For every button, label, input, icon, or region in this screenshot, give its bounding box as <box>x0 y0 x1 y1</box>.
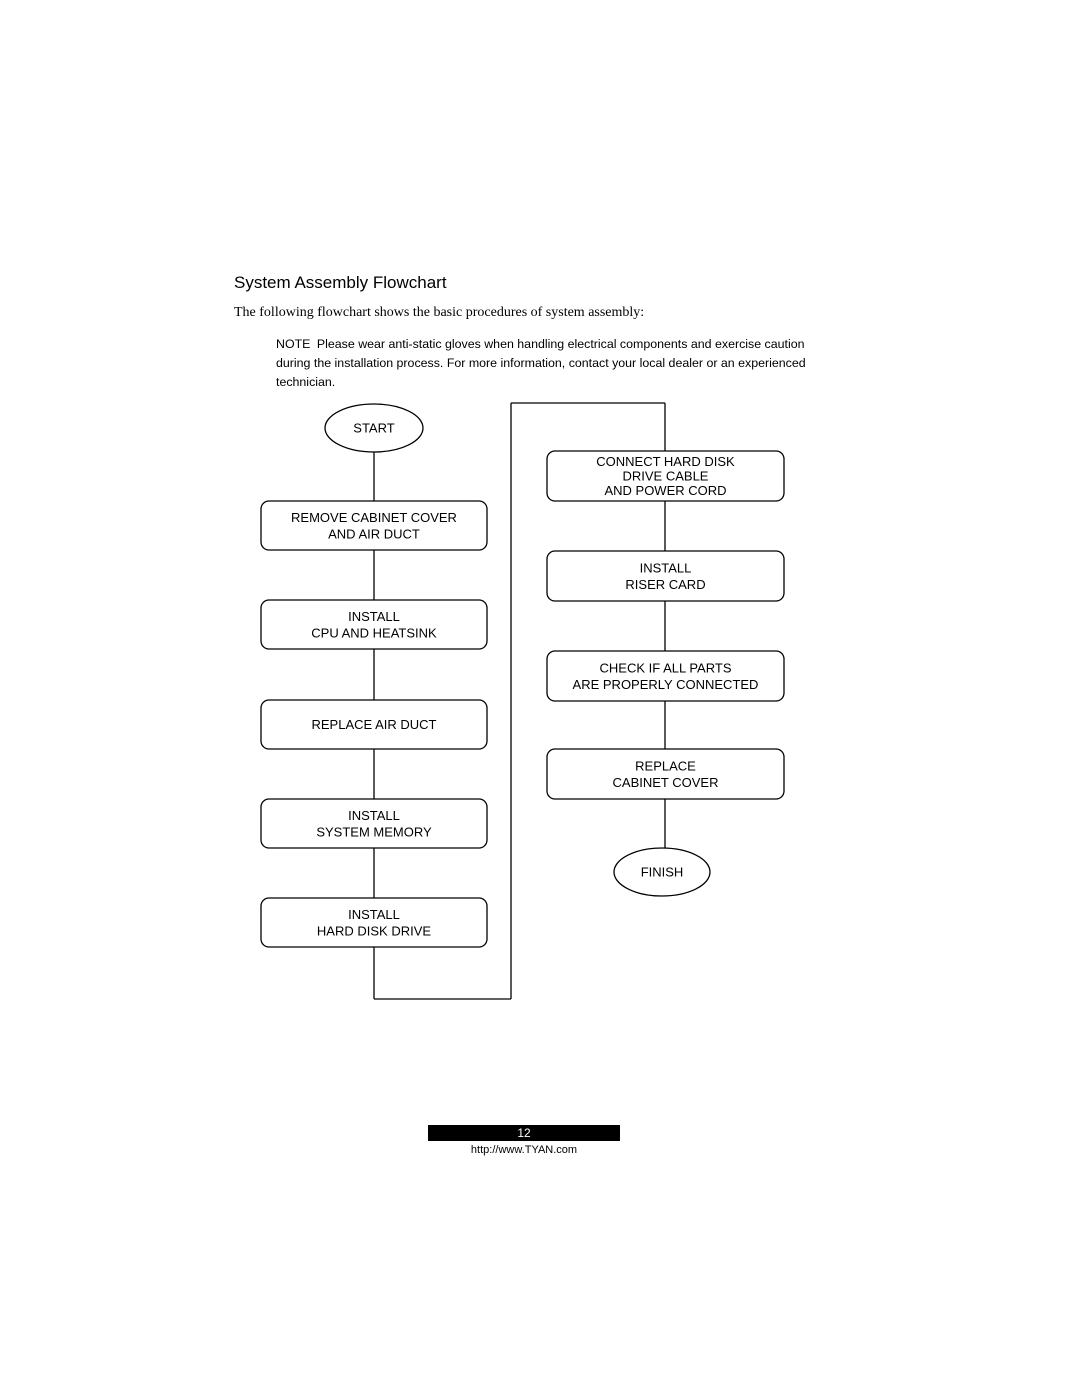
step-left-1: REMOVE CABINET COVERAND AIR DUCT <box>260 500 488 551</box>
flow-nodes: START REMOVE CABINET COVERAND AIR DUCT INS… <box>260 403 785 948</box>
finish-node: FINISH <box>613 847 711 897</box>
step-right-4: REPLACE CABINET COVER <box>546 748 785 800</box>
step-left-5-line: HARD DISK DRIVE <box>317 923 431 938</box>
start-node: START <box>324 403 424 453</box>
page-number: 12 <box>428 1125 620 1141</box>
step-right-2-line: INSTALL <box>640 560 692 575</box>
step-right-2-line: RISER CARD <box>625 577 705 592</box>
step-left-1-line: AND AIR DUCT <box>328 526 420 541</box>
step-right-1-line: CONNECT HARD DISK <box>596 454 735 469</box>
step-left-4: INSTALLSYSTEM MEMORY <box>260 798 488 849</box>
step-left-5: INSTALLHARD DISK DRIVE <box>260 897 488 948</box>
step-right-1: CONNECT HARD DISKDRIVE CABLEAND POWER CO… <box>546 450 785 502</box>
step-left-2-line: INSTALL <box>348 609 400 624</box>
step-left-1-line: REMOVE CABINET COVER <box>291 510 457 525</box>
step-right-1-line: AND POWER CORD <box>604 483 726 498</box>
step-left-3: REPLACE AIR DUCT <box>260 699 488 750</box>
step-left-2: INSTALLCPU AND HEATSINK <box>260 599 488 650</box>
step-left-4-line: SYSTEM MEMORY <box>316 824 432 839</box>
step-left-4-line: INSTALL <box>348 808 400 823</box>
start-node-line: START <box>353 421 394 436</box>
step-right-1-line: DRIVE CABLE <box>623 469 709 484</box>
step-left-2-line: CPU AND HEATSINK <box>311 625 437 640</box>
step-right-2: INSTALL RISER CARD <box>546 550 785 602</box>
step-right-4-line: CABINET COVER <box>613 775 719 790</box>
step-right-3: CHECK IF ALL PARTS ARE PROPERLY CONNECTED <box>546 650 785 702</box>
assembly-flowchart: START REMOVE CABINET COVERAND AIR DUCT INS… <box>260 402 785 1000</box>
step-left-5-line: INSTALL <box>348 907 400 922</box>
step-right-3-line: CHECK IF ALL PARTS <box>600 660 732 675</box>
finish-node-line: FINISH <box>641 865 684 880</box>
step-right-3-line: ARE PROPERLY CONNECTED <box>573 677 759 692</box>
step-left-3-line: REPLACE AIR DUCT <box>312 717 437 732</box>
step-right-4-line: REPLACE <box>635 758 696 773</box>
footer-url: http://www.TYAN.com <box>470 1144 578 1156</box>
